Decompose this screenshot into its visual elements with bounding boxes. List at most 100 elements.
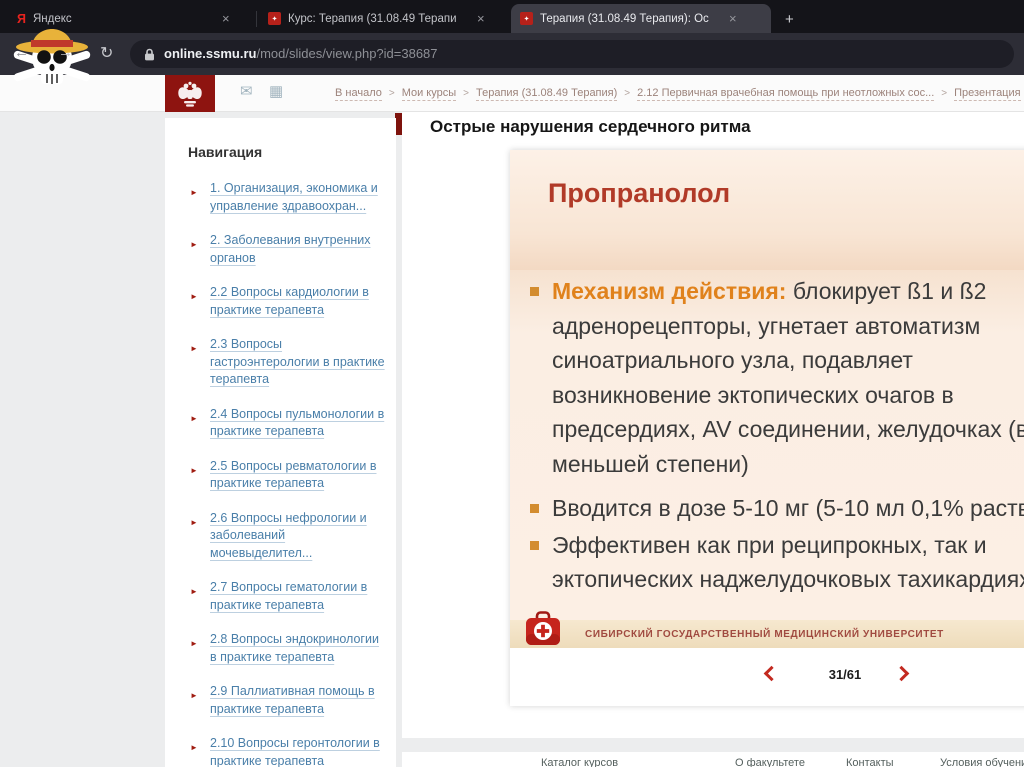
slide-body: Механизм действия: блокирует ß1 и ß2 адре… [510,270,1024,620]
sidebar-nav-link[interactable]: 2.8 Вопросы эндокринологии в практике те… [210,632,379,664]
address-bar[interactable]: online.ssmu.ru/mod/slides/view.php?id=38… [130,40,1014,68]
sidebar-nav-item: ► 2. Заболевания внутренних органов [188,232,385,267]
forward-icon[interactable]: → [58,44,73,61]
slide-nav-bar: 31/61 [510,648,1024,706]
sidebar-nav-link[interactable]: 2.3 Вопросы гастроэнтерологии в практике… [210,337,385,386]
slide-page-indicator: 31/61 [828,667,862,682]
ssmu-favicon-icon: ✦ [268,12,281,25]
breadcrumb-link[interactable]: Мои курсы [401,87,457,101]
tab-strip: Я Яндекс × ✦ Курс: Терапия (31.08.49 Терапи ×… [0,0,1024,33]
site-footer: Каталог курсов О факультете Контакты Услови… [402,752,1024,767]
lock-icon [145,48,154,60]
browser-window: Я Яндекс × ✦ Курс: Терапия (31.08.49 Терапи ×… [0,0,1024,767]
breadcrumb-separator-icon: > [388,88,395,99]
slide-bullet: Вводится в дозе 5-10 мг (5-10 мл 0,1% ра… [510,491,1024,526]
slide-brand-band: СИБИРСКИЙ ГОСУДАРСТВЕННЫЙ МЕДИЦИНСКИЙ УН… [510,611,1024,648]
slide-bullet: Эффективен как при реципрокных, так и экт… [510,528,1024,597]
slide-prev-icon[interactable] [763,665,780,682]
tab-title: Яндекс [32,12,72,25]
sidebar-nav-item: ► 2.8 Вопросы эндокринологии в практике т… [188,631,385,666]
slide-title: Пропранолол [548,178,731,208]
nav-bullet-icon: ► [190,743,198,752]
sidebar-nav-item: ► 1. Организация, экономика и управление … [188,180,385,215]
url-text: online.ssmu.ru/mod/slides/view.php?id=38… [164,45,438,63]
page-title: Острые нарушения сердечного ритма [430,117,751,136]
slide-text-line: Эффективен как при реципрокных, так и [552,531,987,558]
tab-2[interactable]: ✦ Курс: Терапия (31.08.49 Терапи × [259,4,511,33]
slide-header: Пропранолол [510,150,1024,270]
slide-text-line: меньшей степени) [552,450,749,477]
nav-bullet-icon: ► [190,413,198,423]
sidebar-nav-link[interactable]: 2.10 Вопросы геронтологии в практике тер… [210,736,380,767]
tab-separator [256,11,257,27]
apps-grid-icon[interactable]: ▦ [269,84,283,99]
breadcrumb-link[interactable]: 2.12 Первичная врачебная помощь при неот… [637,87,935,101]
close-tab-icon[interactable]: × [727,12,739,25]
messages-icon[interactable]: ✉ [240,84,253,99]
sidebar-title: Навигация [188,144,263,160]
sidebar-nav-link[interactable]: 1. Организация, экономика и управление з… [210,181,378,213]
slide-text-line: возникновение эктопических очагов в [552,381,954,408]
bullet-square-icon [530,504,539,513]
breadcrumb-link[interactable]: В начало [335,87,382,101]
new-tab-icon[interactable]: + [785,11,794,28]
nav-bullet-icon: ► [190,465,198,475]
breadcrumb-separator-icon: > [463,88,469,99]
sidebar-nav-link[interactable]: 2.6 Вопросы нефрологии и заболеваний моч… [210,511,367,560]
tab-title: Курс: Терапия (31.08.49 Терапи [288,12,457,25]
slide-text-line: эктопических наджелудочковых тахикардиях [552,566,1024,592]
footer-link[interactable]: О факультете [735,757,805,767]
footer-link[interactable]: Условия обучения [940,757,1024,767]
bullet-lead-text: Механизм действия: [552,278,787,304]
sidebar-nav-link[interactable]: 2.4 Вопросы пульмонологии в практике тер… [210,407,384,439]
breadcrumb-separator-icon: > [624,88,631,99]
tab-title: Терапия (31.08.49 Терапия): Ос [540,12,709,25]
sidebar-nav-item: ► 2.9 Паллиативная помощь в практике тера… [188,683,385,718]
sidebar-nav-item: ► 2.2 Вопросы кардиологии в практике тера… [188,284,385,319]
web-page: ✉ ▦ В начало > Мои курсы > Терапия (31.08.49… [0,75,1024,767]
back-icon[interactable]: ← [14,44,29,61]
slide-bullet: Механизм действия: блокирует ß1 и ß2 адре… [510,274,1024,481]
nav-bullet-icon: ► [190,587,198,596]
breadcrumb-link[interactable]: Терапия (31.08.49 Терапия) [476,87,618,101]
sidebar-nav-item: ► 2.3 Вопросы гастроэнтерологии в практик… [188,336,385,389]
ssmu-logo[interactable] [165,75,215,112]
sidebar-nav-item: ► 2.10 Вопросы геронтологии в практике те… [188,735,385,767]
footer-link[interactable]: Контакты [846,757,894,767]
slide-text-line: предсердиях, AV соединении, желудочках (… [552,416,1024,442]
slide-text-line: Вводится в дозе 5-10 мг (5-10 мл 0,1% ра… [552,495,1024,521]
first-aid-kit-icon [526,611,560,645]
breadcrumb-link[interactable]: Презентация [954,87,1021,101]
ssmu-favicon-icon: ✦ [520,12,533,25]
sidebar-nav-item: ► 2.7 Вопросы гематологии в практике тера… [188,579,385,614]
sidebar-nav-link[interactable]: 2.9 Паллиативная помощь в практике терап… [210,684,375,716]
sidebar-nav-item: ► 2.5 Вопросы ревматологии в практике тер… [188,458,385,493]
nav-bullet-icon: ► [190,691,198,700]
sidebar-list: ► 1. Организация, экономика и управление … [188,180,385,767]
university-name: СИБИРСКИЙ ГОСУДАРСТВЕННЫЙ МЕДИЦИНСКИЙ УН… [585,628,944,640]
reload-icon[interactable]: ↻ [100,43,113,63]
url-host: online.ssmu.ru [164,46,257,61]
slide-next-icon[interactable] [893,665,910,682]
ssmu-crest-icon [178,81,202,107]
bullet-square-icon [530,287,539,296]
presentation-slide: Пропранолол Механизм действия: блокирует… [510,150,1024,706]
nav-bullet-icon: ► [190,639,198,648]
slide-text-line: адренорецепторы, угнетает автоматизм [552,312,981,339]
slide-text-line: синоатриального узла, подавляет [552,347,913,373]
site-header: ✉ ▦ В начало > Мои курсы > Терапия (31.08.49… [0,75,1024,112]
close-tab-icon[interactable]: × [475,12,487,25]
sidebar-nav-link[interactable]: 2.2 Вопросы кардиологии в практике терап… [210,285,369,317]
slide-text-line: Механизм действия: блокирует ß1 и ß2 [552,278,987,304]
breadcrumb-separator-icon: > [941,88,948,99]
nav-bullet-icon: ► [190,344,198,353]
sidebar-nav-link[interactable]: 2. Заболевания внутренних органов [210,233,371,265]
sidebar-nav-link[interactable]: 2.5 Вопросы ревматологии в практике тера… [210,459,376,491]
sidebar-nav-link[interactable]: 2.7 Вопросы гематологии в практике терап… [210,580,367,612]
sidebar-nav-item: ► 2.4 Вопросы пульмонологии в практике те… [188,406,385,441]
main-content: Острые нарушения сердечного ритма Пропра… [402,112,1024,738]
yandex-favicon-icon: Я [17,11,26,26]
close-tab-icon[interactable]: × [220,12,232,25]
tab-3[interactable]: ✦ Терапия (31.08.49 Терапия): Ос × [511,4,771,33]
footer-link[interactable]: Каталог курсов [541,757,618,767]
